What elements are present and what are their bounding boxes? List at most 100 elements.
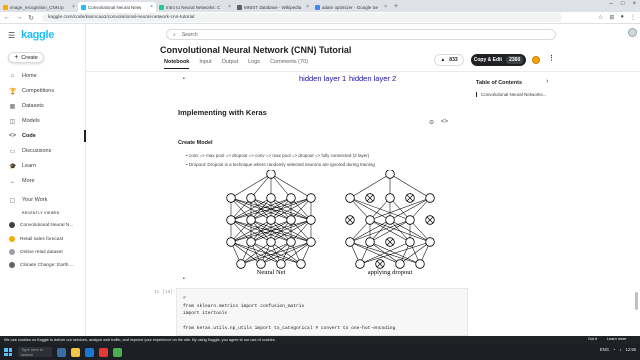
section-heading: Implementing with Keras bbox=[178, 108, 267, 117]
sidebar-item-competitions[interactable]: 🏆 Competitions bbox=[0, 85, 86, 97]
notebook-header: ⌕ Search Convolutional Neural Network (CN… bbox=[86, 24, 640, 72]
search-input[interactable]: ⌕ Search bbox=[166, 29, 556, 40]
model-icon: ◫ bbox=[9, 118, 16, 125]
sidebar-item-learn[interactable]: 🎓 Learn bbox=[0, 160, 86, 172]
network-edge bbox=[369, 197, 431, 221]
cookie-learn-more-link[interactable]: Learn more bbox=[607, 337, 626, 341]
taskbar-search[interactable]: Type here to search bbox=[18, 347, 52, 357]
avatar[interactable] bbox=[628, 28, 637, 37]
kaggle-logo[interactable]: kaggle bbox=[21, 29, 54, 41]
close-icon[interactable]: × bbox=[306, 4, 309, 10]
reload-icon[interactable]: ↻ bbox=[26, 14, 36, 22]
tab-input[interactable]: Input bbox=[199, 59, 211, 69]
language-indicator[interactable]: ENG bbox=[600, 347, 609, 352]
network-node bbox=[226, 215, 236, 225]
table-of-contents: Table of Contents › Convolutional Neural… bbox=[468, 72, 640, 336]
sidebar-item-code[interactable]: <> Code bbox=[0, 130, 86, 142]
hidden-layer-1-label: hidden layer 1 bbox=[299, 74, 347, 83]
browser-tab-bar: image_recognition_CNN.ip × Convolutional N… bbox=[0, 0, 640, 12]
new-tab-icon[interactable]: + bbox=[394, 3, 398, 10]
browser-tab[interactable]: Intro to Neural Networks: C × bbox=[156, 2, 234, 12]
create-button[interactable]: + Create bbox=[8, 52, 44, 63]
extensions-icon[interactable]: ⊞ bbox=[609, 14, 614, 21]
toc-item[interactable]: Convolutional Neural Networks... bbox=[476, 92, 547, 97]
more-options-icon[interactable]: ⋮ bbox=[548, 54, 555, 62]
task-view-icon[interactable] bbox=[57, 347, 66, 357]
sidebar-item-your-work[interactable]: ▢ Your Work bbox=[0, 194, 86, 206]
close-icon[interactable]: × bbox=[228, 4, 231, 10]
cookie-ok-button[interactable]: Got it bbox=[588, 337, 597, 341]
hamburger-icon[interactable]: ☰ bbox=[8, 31, 15, 40]
home-icon: ⌂ bbox=[10, 73, 15, 79]
notebook-tabs: Notebook Input Output Logs Comments (70) bbox=[164, 59, 308, 69]
toc-collapse-icon[interactable]: › bbox=[546, 78, 548, 85]
network-node bbox=[246, 193, 256, 203]
minimize-icon[interactable]: – bbox=[610, 1, 613, 7]
vscode-icon[interactable] bbox=[85, 347, 94, 357]
chat-icon: ▭ bbox=[9, 148, 16, 155]
menu-icon[interactable]: ⋮ bbox=[630, 14, 636, 21]
tab-output[interactable]: Output bbox=[222, 59, 239, 69]
link-icon[interactable]: ⊝ bbox=[429, 119, 434, 126]
tab-label: Convolutional Neural Netw bbox=[88, 4, 142, 10]
recent-item-icon bbox=[9, 262, 15, 268]
sidebar-item-label: Discussions bbox=[22, 148, 52, 154]
recent-item[interactable]: Retail sales forecast bbox=[9, 236, 86, 242]
network-node bbox=[385, 215, 395, 225]
network-node bbox=[425, 193, 435, 203]
network-node bbox=[306, 215, 316, 225]
close-icon[interactable]: × bbox=[384, 4, 387, 10]
window-controls: – □ × bbox=[610, 1, 636, 7]
start-icon[interactable] bbox=[4, 348, 12, 356]
tab-label: image_recognition_CNN.ip bbox=[10, 4, 64, 10]
volume-icon[interactable]: ♪ bbox=[619, 347, 621, 352]
file-explorer-icon[interactable] bbox=[71, 347, 80, 357]
recent-item-label: Climate Change: Earth ... bbox=[20, 262, 74, 268]
recent-item[interactable]: Convolutional Neural N... bbox=[9, 222, 86, 228]
tab-favicon-icon bbox=[315, 4, 320, 10]
sidebar-item-discussions[interactable]: ▭ Discussions bbox=[0, 145, 86, 157]
browser-tab[interactable]: MNIST database - Wikipedia × bbox=[234, 2, 312, 12]
maximize-icon[interactable]: □ bbox=[621, 1, 625, 7]
tab-favicon-icon bbox=[159, 4, 164, 10]
back-icon[interactable]: ← bbox=[2, 14, 12, 21]
recent-item-label: Convolutional Neural N... bbox=[20, 222, 74, 228]
sidebar-item-datasets[interactable]: ▦ Datasets bbox=[0, 100, 86, 112]
url-text: kaggle.com/code/kanncaa1/convolutional-n… bbox=[48, 15, 195, 20]
bullet-marker: • bbox=[183, 76, 185, 82]
tab-notebook[interactable]: Notebook bbox=[164, 59, 190, 69]
close-icon[interactable]: × bbox=[150, 4, 153, 10]
forward-icon[interactable]: → bbox=[14, 14, 24, 21]
browser-tab[interactable]: adam optimizer - Google Se × bbox=[312, 2, 390, 12]
copy-edit-button[interactable]: Copy & Edit 2360 bbox=[471, 54, 526, 66]
clock[interactable]: 12:55 bbox=[626, 347, 636, 352]
upvote-button[interactable]: ▲ 833 bbox=[434, 54, 464, 66]
tab-comments[interactable]: Comments (70) bbox=[270, 59, 308, 69]
hidden-layer-2-label: hidden layer 2 bbox=[349, 74, 397, 83]
url-field[interactable]: kaggle.com/code/kanncaa1/convolutional-n… bbox=[42, 13, 562, 22]
chrome-icon[interactable] bbox=[113, 347, 122, 357]
close-icon[interactable]: × bbox=[72, 4, 75, 10]
table-icon: ▦ bbox=[9, 103, 16, 110]
browser-tab[interactable]: image_recognition_CNN.ip × bbox=[0, 2, 78, 12]
profile-icon[interactable]: ● bbox=[620, 14, 624, 21]
sidebar-item-more[interactable]: ⌄ More bbox=[0, 175, 86, 187]
recent-item[interactable]: Climate Change: Earth ... bbox=[9, 262, 86, 268]
tab-logs[interactable]: Logs bbox=[248, 59, 260, 69]
sidebar-item-home[interactable]: ⌂ Home bbox=[0, 70, 86, 82]
code-toggle-icon[interactable]: <> bbox=[441, 119, 448, 126]
recently-viewed-heading: RECENTLY VIEWED bbox=[22, 211, 60, 215]
wifi-icon[interactable]: ◔ bbox=[613, 347, 616, 352]
medal-icon bbox=[532, 56, 540, 64]
star-icon[interactable]: ☆ bbox=[598, 14, 603, 21]
code-line: from keras.utils.np_utils import to_cate… bbox=[183, 326, 396, 332]
close-window-icon[interactable]: × bbox=[632, 1, 636, 7]
recent-item[interactable]: Online retail dataset bbox=[9, 249, 86, 255]
network-node bbox=[266, 193, 276, 203]
sidebar-item-models[interactable]: ◫ Models bbox=[0, 115, 86, 127]
browser-tab[interactable]: Convolutional Neural Netw × bbox=[78, 2, 156, 12]
code-cell[interactable]: # from sklearn.metrics import confusion_m… bbox=[176, 288, 468, 336]
scrollbar[interactable] bbox=[635, 292, 638, 310]
app-icon[interactable] bbox=[99, 347, 108, 357]
